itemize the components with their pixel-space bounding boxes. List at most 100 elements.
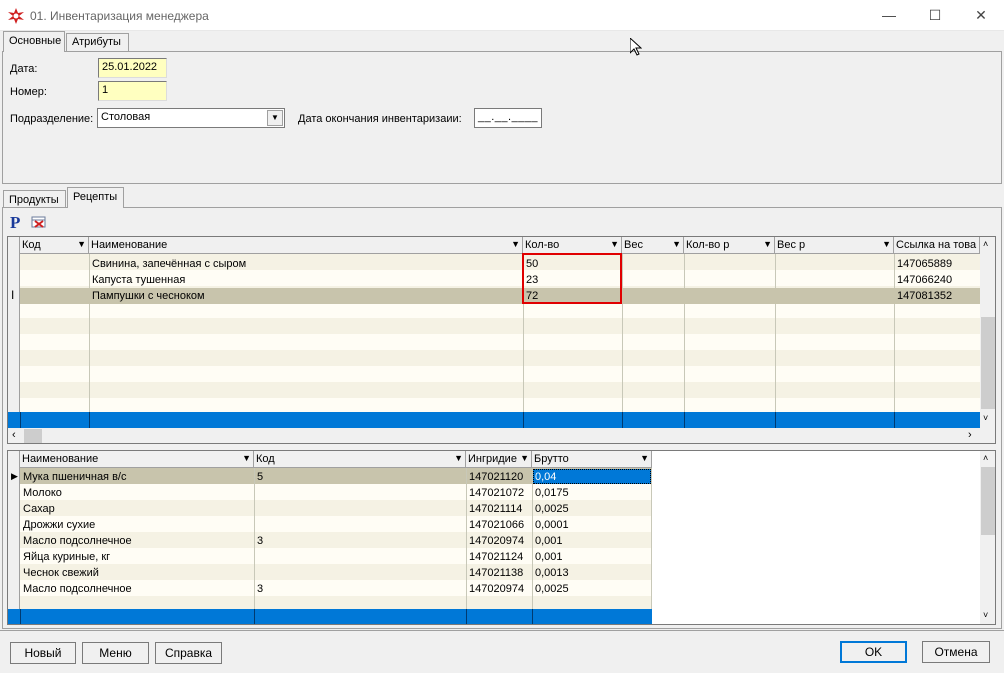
col-header-code[interactable]: Код ▼ bbox=[20, 237, 89, 254]
tab-recipes-label: Рецепты bbox=[73, 191, 118, 203]
sort-arrow-icon[interactable]: ▼ bbox=[242, 453, 251, 463]
scroll-down-icon[interactable]: ˅ bbox=[983, 610, 988, 620]
scroll-left-icon[interactable]: ‹ bbox=[12, 429, 16, 441]
cell-ingr-id: 147021066 bbox=[469, 519, 525, 531]
cell-brutto[interactable]: 0,0013 bbox=[535, 567, 569, 579]
menu-button[interactable]: Меню bbox=[82, 642, 149, 664]
recipes-vertical-scrollbar[interactable]: ˄ ˅ bbox=[980, 237, 995, 428]
scroll-thumb[interactable] bbox=[24, 429, 42, 443]
sort-arrow-icon[interactable]: ▼ bbox=[640, 453, 649, 463]
window-title: 01. Инвентаризация менеджера bbox=[30, 9, 209, 23]
col-header-weight[interactable]: Вес ▼ bbox=[622, 237, 684, 254]
table-row[interactable]: Капуста тушенная 23 147066240 bbox=[20, 272, 980, 288]
chevron-down-icon[interactable]: ▼ bbox=[267, 110, 283, 126]
col-header-link[interactable]: Ссылка на това bbox=[894, 237, 980, 254]
cell-brutto[interactable]: 0,0175 bbox=[535, 487, 569, 499]
ok-button[interactable]: OK bbox=[840, 641, 907, 663]
col-header-brutto[interactable]: Брутто ▼ bbox=[532, 451, 652, 468]
col-header-weight-r-label: Вес р bbox=[777, 239, 806, 251]
date-label: Дата: bbox=[10, 63, 38, 75]
col-header-ingr-code[interactable]: Код ▼ bbox=[254, 451, 466, 468]
mouse-cursor-icon bbox=[630, 38, 642, 56]
col-header-ingr-id[interactable]: Ингридие ▼ bbox=[466, 451, 532, 468]
division-select-value: Столовая bbox=[101, 111, 151, 123]
sort-arrow-icon[interactable]: ▼ bbox=[520, 453, 529, 463]
col-header-name-label: Наименование bbox=[91, 239, 168, 251]
help-button[interactable]: Справка bbox=[155, 642, 222, 664]
table-row[interactable]: Яйца куриные, кг 147021124 0,001 bbox=[20, 549, 652, 565]
tab-attributes[interactable]: Атрибуты bbox=[66, 33, 129, 51]
sort-arrow-icon[interactable]: ▼ bbox=[672, 239, 681, 249]
app-icon bbox=[8, 8, 24, 24]
new-button[interactable]: Новый bbox=[10, 642, 76, 664]
table-row-selected[interactable]: Пампушки с чесноком 72 147081352 bbox=[20, 288, 980, 304]
division-label: Подразделение: bbox=[10, 113, 94, 125]
table-row[interactable]: Масло подсолнечное 3 147020974 0,0025 bbox=[20, 581, 652, 597]
cell-ingr-id: 147021072 bbox=[469, 487, 525, 499]
recipes-horizontal-scrollbar[interactable]: ‹ › bbox=[8, 428, 995, 443]
sort-arrow-icon[interactable]: ▼ bbox=[763, 239, 772, 249]
end-date-field[interactable]: __.__.____ bbox=[474, 108, 542, 128]
sort-arrow-icon[interactable]: ▼ bbox=[511, 239, 520, 249]
p-icon[interactable]: P bbox=[10, 213, 20, 233]
tab-main[interactable]: Основные bbox=[3, 31, 65, 52]
cell-link: 147081352 bbox=[897, 290, 953, 302]
sort-arrow-icon[interactable]: ▼ bbox=[610, 239, 619, 249]
date-field[interactable]: 25.01.2022 bbox=[98, 58, 167, 78]
table-row[interactable]: Мука пшеничная в/с 5 147021120 0,04 bbox=[20, 469, 652, 485]
division-select[interactable]: Столовая ▼ bbox=[97, 108, 285, 128]
table-row[interactable]: Сахар 147021114 0,0025 bbox=[20, 501, 652, 517]
col-header-weight-label: Вес bbox=[624, 239, 643, 251]
scroll-up-icon[interactable]: ˄ bbox=[983, 239, 988, 249]
cell-brutto[interactable]: 0,0001 bbox=[535, 519, 569, 531]
cell-brutto[interactable]: 0,04 bbox=[535, 471, 556, 483]
col-header-qty-r-label: Кол-во р bbox=[686, 239, 730, 251]
cancel-button[interactable]: Отмена bbox=[922, 641, 990, 663]
scroll-thumb[interactable] bbox=[981, 317, 995, 409]
table-row[interactable]: Чеснок свежий 147021138 0,0013 bbox=[20, 565, 652, 581]
cell-ingr-id: 147021120 bbox=[469, 471, 524, 483]
table-row[interactable]: Масло подсолнечное 3 147020974 0,001 bbox=[20, 533, 652, 549]
cell-brutto[interactable]: 0,0025 bbox=[535, 583, 569, 595]
cell-ingr-id: 147020974 bbox=[469, 583, 525, 595]
scroll-thumb[interactable] bbox=[981, 467, 995, 535]
cell-ingr-name: Масло подсолнечное bbox=[23, 535, 132, 547]
tab-main-label: Основные bbox=[9, 35, 62, 47]
sort-arrow-icon[interactable]: ▼ bbox=[77, 239, 86, 249]
col-header-name[interactable]: Наименование ▼ bbox=[89, 237, 523, 254]
maximize-button[interactable]: ☐ bbox=[912, 0, 958, 31]
close-button[interactable]: ✕ bbox=[958, 0, 1004, 31]
ingredients-rows: Мука пшеничная в/с 5 147021120 0,04 Молоко 1… bbox=[20, 468, 652, 609]
col-header-ingr-name[interactable]: Наименование ▼ bbox=[20, 451, 254, 468]
col-header-link-label: Ссылка на това bbox=[896, 239, 977, 251]
cell-ingr-id: 147021124 bbox=[469, 551, 524, 563]
tab-recipes[interactable]: Рецепты bbox=[67, 187, 124, 208]
cell-ingr-name: Яйца куриные, кг bbox=[23, 551, 111, 563]
col-header-qty-r[interactable]: Кол-во р ▼ bbox=[684, 237, 775, 254]
sort-arrow-icon[interactable]: ▼ bbox=[454, 453, 463, 463]
sort-arrow-icon[interactable]: ▼ bbox=[882, 239, 891, 249]
cell-ingr-name: Сахар bbox=[23, 503, 55, 515]
tab-products[interactable]: Продукты bbox=[3, 190, 66, 207]
cell-ingr-code: 3 bbox=[257, 535, 264, 547]
cell-brutto[interactable]: 0,0025 bbox=[535, 503, 569, 515]
scroll-down-icon[interactable]: ˅ bbox=[983, 413, 988, 423]
ingredients-grid: ▶ Наименование ▼ Код ▼ Ингридие ▼ Брутто ▼ М… bbox=[7, 450, 996, 625]
scroll-up-icon[interactable]: ˄ bbox=[983, 453, 988, 463]
table-row[interactable]: Молоко 147021072 0,0175 bbox=[20, 485, 652, 501]
cell-brutto[interactable]: 0,001 bbox=[535, 535, 563, 547]
cell-ingr-name: Молоко bbox=[23, 487, 62, 499]
delete-row-icon[interactable] bbox=[31, 215, 47, 229]
col-header-weight-r[interactable]: Вес р ▼ bbox=[775, 237, 894, 254]
minimize-button[interactable]: — bbox=[866, 0, 912, 31]
ingredients-vertical-scrollbar[interactable]: ˄ ˅ bbox=[980, 451, 995, 624]
table-row[interactable]: Дрожжи сухие 147021066 0,0001 bbox=[20, 517, 652, 533]
grid-footer-bar bbox=[8, 412, 980, 428]
table-row[interactable]: Свинина, запечённая с сыром 50 147065889 bbox=[20, 256, 980, 272]
ingredients-footer-bar bbox=[8, 609, 652, 624]
number-field[interactable]: 1 bbox=[98, 81, 167, 101]
cell-brutto[interactable]: 0,001 bbox=[535, 551, 563, 563]
cell-ingr-code: 5 bbox=[257, 471, 264, 483]
col-header-qty[interactable]: Кол-во ▼ bbox=[523, 237, 622, 254]
scroll-right-icon[interactable]: › bbox=[968, 429, 972, 441]
